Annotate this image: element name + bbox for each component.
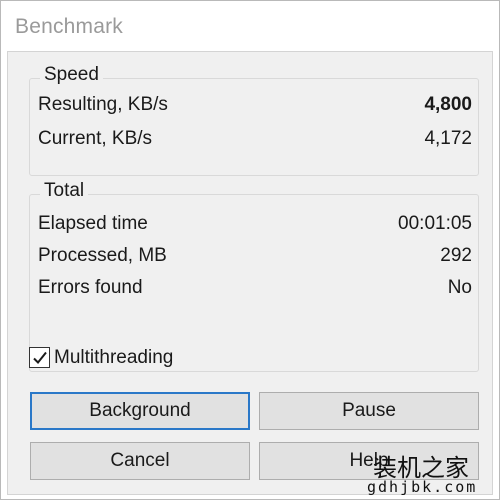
- speed-group-legend: Speed: [40, 64, 103, 86]
- watermark: 装机之家 gdhjbk.com: [367, 448, 497, 498]
- multithreading-checkbox[interactable]: [29, 347, 50, 368]
- benchmark-dialog: Benchmark Speed Resulting, KB/s 4,800 Cu…: [0, 0, 500, 500]
- processed-value: 292: [440, 245, 472, 266]
- elapsed-time-row: Elapsed time 00:01:05: [38, 210, 472, 238]
- resulting-speed-label: Resulting, KB/s: [38, 94, 168, 115]
- processed-label: Processed, MB: [38, 245, 167, 266]
- title-bar[interactable]: Benchmark: [1, 1, 499, 53]
- cancel-button[interactable]: Cancel: [30, 442, 250, 480]
- current-speed-value: 4,172: [424, 128, 472, 149]
- processed-row: Processed, MB 292: [38, 242, 472, 270]
- multithreading-label: Multithreading: [54, 347, 174, 368]
- total-group-legend: Total: [40, 180, 89, 202]
- watermark-url: gdhjbk.com: [367, 478, 478, 496]
- errors-value: No: [447, 277, 472, 298]
- speed-group: Speed Resulting, KB/s 4,800 Current, KB/…: [29, 64, 479, 176]
- current-speed-label: Current, KB/s: [38, 128, 153, 149]
- background-button[interactable]: Background: [30, 392, 250, 430]
- elapsed-time-value: 00:01:05: [398, 213, 472, 234]
- window-title: Benchmark: [15, 15, 124, 38]
- errors-label: Errors found: [38, 277, 143, 298]
- pause-button[interactable]: Pause: [259, 392, 479, 430]
- dialog-body: Speed Resulting, KB/s 4,800 Current, KB/…: [7, 51, 493, 495]
- resulting-speed-row: Resulting, KB/s 4,800: [38, 91, 472, 119]
- current-speed-row: Current, KB/s 4,172: [38, 125, 472, 153]
- resulting-speed-value: 4,800: [424, 94, 472, 115]
- elapsed-time-label: Elapsed time: [38, 213, 148, 234]
- checkmark-icon: [33, 351, 47, 364]
- errors-row: Errors found No: [38, 274, 472, 302]
